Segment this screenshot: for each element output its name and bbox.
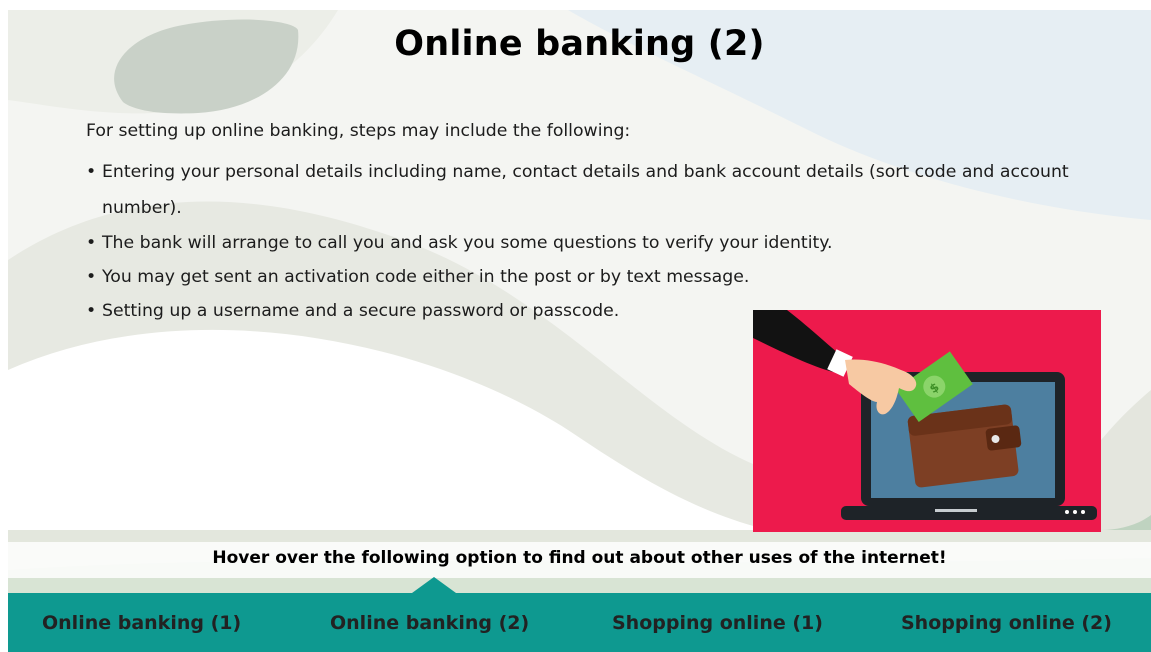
page-title: Online banking (2) <box>394 24 765 64</box>
nav-tab-shopping-online-2[interactable]: Shopping online (2) <box>901 593 1112 652</box>
content-body: For setting up online banking, steps may… <box>86 118 1086 328</box>
laptop-wallet-illustration: $ <box>753 310 1101 532</box>
hover-prompt-text: Hover over the following option to find … <box>212 548 947 568</box>
nav-tab-online-banking-2[interactable]: Online banking (2) <box>330 593 529 652</box>
steps-list: Entering your personal details including… <box>86 154 1086 328</box>
bottom-nav: Online banking (1) Online banking (2) Sh… <box>8 593 1151 652</box>
intro-text: For setting up online banking, steps may… <box>86 121 631 141</box>
slide: Online banking (2) For setting up online… <box>8 10 1151 652</box>
nav-tab-online-banking-1[interactable]: Online banking (1) <box>42 593 241 652</box>
list-item: Entering your personal details including… <box>86 154 1086 226</box>
list-item: The bank will arrange to call you and as… <box>86 226 1086 260</box>
nav-tab-shopping-online-1[interactable]: Shopping online (1) <box>612 593 823 652</box>
slide-stage: Online banking (2) For setting up online… <box>0 0 1151 652</box>
list-item: You may get sent an activation code eith… <box>86 260 1086 294</box>
active-tab-pointer <box>412 577 456 593</box>
